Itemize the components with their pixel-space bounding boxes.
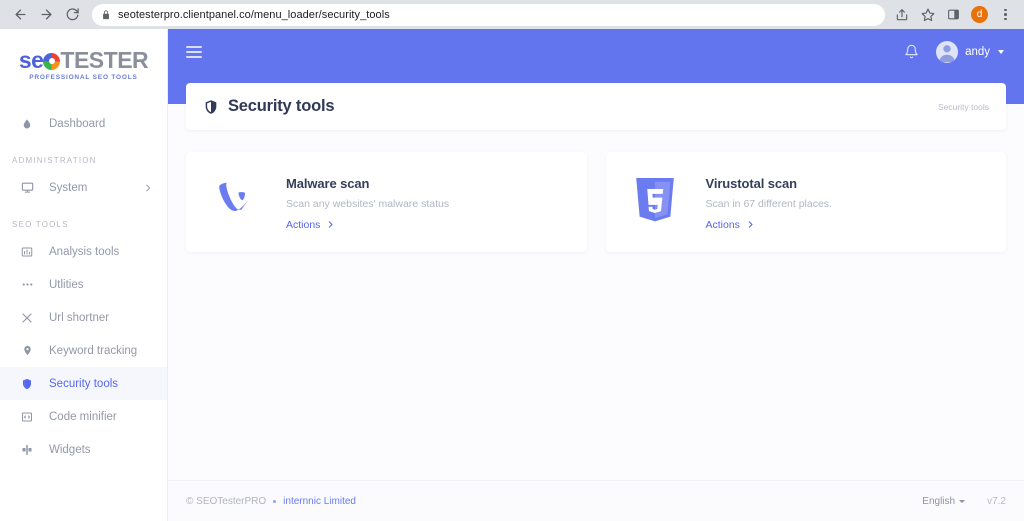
sidebar-item-code-minifier[interactable]: Code minifier xyxy=(0,400,167,433)
typo3-logo-icon xyxy=(206,179,264,225)
sidebar-section-seo-tools: SEO TOOLS xyxy=(12,220,69,229)
shield-icon xyxy=(203,99,219,115)
side-panel-icon[interactable] xyxy=(945,6,962,23)
forward-arrow-icon[interactable] xyxy=(34,3,58,27)
sidebar-item-label: Url shortner xyxy=(49,311,110,324)
sidebar-item-label: Security tools xyxy=(49,377,119,390)
address-bar[interactable]: seotesterpro.clientpanel.co/menu_loader/… xyxy=(92,3,885,26)
ellipsis-icon xyxy=(20,278,34,291)
star-icon[interactable] xyxy=(919,6,936,23)
logo-text-tester: TESTER xyxy=(60,46,149,73)
separator-dot-icon xyxy=(273,499,277,503)
page-header-card: Security tools Security tools xyxy=(186,83,1006,130)
logo-text-seo: se xyxy=(18,46,44,73)
sidebar-item-utilities[interactable]: Utlities xyxy=(0,268,167,301)
shield-icon xyxy=(20,378,34,390)
actions-link[interactable]: Actions xyxy=(286,219,449,231)
sidebar-section-administration: ADMINISTRATION xyxy=(12,156,97,165)
actions-label: Actions xyxy=(286,218,321,231)
chevron-right-icon xyxy=(143,183,153,193)
map-pin-icon xyxy=(20,345,34,356)
card-content: Malware scan Scan any websites' malware … xyxy=(286,174,449,231)
page-footer: © SEOTesterPRO internnic Limited English… xyxy=(168,480,1024,521)
header-actions: andy xyxy=(904,40,1004,63)
kebab-menu-icon[interactable] xyxy=(997,6,1014,23)
sidebar-item-label: Dashboard xyxy=(49,117,106,130)
logo-circle-icon xyxy=(43,52,61,70)
card-content: Virustotal scan Scan in 67 different pla… xyxy=(706,174,832,231)
chevron-down-icon xyxy=(959,499,966,503)
footer-credits: © SEOTesterPRO internnic Limited xyxy=(186,496,356,507)
sidebar-item-label: Analysis tools xyxy=(49,245,120,258)
bell-icon[interactable] xyxy=(904,44,919,59)
actions-link[interactable]: Actions xyxy=(706,219,832,231)
breadcrumb: Security tools xyxy=(937,101,989,112)
css3-shield-icon xyxy=(626,178,684,226)
copyright-text: © SEOTesterPRO xyxy=(186,495,267,507)
app-shell: se TESTER PROFESSIONAL SEO TOOLS Dashboa… xyxy=(0,29,1024,521)
page-title: Security tools xyxy=(203,97,335,116)
lock-icon xyxy=(101,9,111,20)
widgets-icon xyxy=(20,444,34,456)
reload-icon[interactable] xyxy=(60,3,84,27)
hamburger-icon[interactable] xyxy=(184,42,204,62)
logo-tagline: PROFESSIONAL SEO TOOLS xyxy=(29,73,138,81)
image-code-icon xyxy=(20,411,34,423)
main-column: andy Security tools Security tools Malwa… xyxy=(168,29,1024,521)
chevron-right-icon xyxy=(326,220,335,229)
sidebar-item-label: Keyword tracking xyxy=(49,344,138,357)
sidebar-nav: Dashboard ADMINISTRATION System SEO TOOL… xyxy=(0,101,167,466)
actions-label: Actions xyxy=(705,218,740,231)
browser-toolbar: seotesterpro.clientpanel.co/menu_loader/… xyxy=(0,0,1024,29)
sidebar-item-keyword-tracking[interactable]: Keyword tracking xyxy=(0,334,167,367)
company-link[interactable]: internnic Limited xyxy=(283,496,356,507)
chevron-down-icon xyxy=(998,49,1004,54)
content-area: Security tools Security tools Malware sc… xyxy=(168,74,1024,480)
user-avatar-icon xyxy=(936,40,959,63)
card-title: Malware scan xyxy=(286,175,370,191)
user-name: andy xyxy=(965,45,990,58)
sidebar-item-system[interactable]: System xyxy=(0,171,167,204)
share-icon[interactable] xyxy=(893,6,910,23)
browser-profile-avatar[interactable]: d xyxy=(971,6,988,23)
back-arrow-icon[interactable] xyxy=(8,3,32,27)
chevron-right-icon xyxy=(746,220,755,229)
page-title-text: Security tools xyxy=(228,97,335,115)
browser-actions: d xyxy=(893,6,1016,23)
sidebar-item-label: System xyxy=(49,181,88,194)
sidebar-item-dashboard[interactable]: Dashboard xyxy=(0,107,167,140)
monitor-icon xyxy=(20,181,34,194)
card-title: Virustotal scan xyxy=(705,175,798,191)
sidebar-item-widgets[interactable]: Widgets xyxy=(0,433,167,466)
scissors-icon xyxy=(20,312,34,324)
url-text: seotesterpro.clientpanel.co/menu_loader/… xyxy=(118,8,390,21)
sidebar-item-security-tools[interactable]: Security tools xyxy=(0,367,167,400)
language-label: English xyxy=(922,495,956,507)
sidebar-item-label: Utlities xyxy=(49,278,84,291)
droplet-icon xyxy=(20,118,34,130)
card-description: Scan in 67 different places. xyxy=(705,197,832,210)
card-virustotal-scan[interactable]: Virustotal scan Scan in 67 different pla… xyxy=(605,152,1006,252)
sidebar-item-url-shortner[interactable]: Url shortner xyxy=(0,301,167,334)
card-description: Scan any websites' malware status xyxy=(286,197,450,210)
sidebar-item-label: Code minifier xyxy=(49,410,117,423)
version-label: v7.2 xyxy=(987,495,1006,507)
sidebar-item-label: Widgets xyxy=(49,443,91,456)
top-header: andy xyxy=(168,29,1024,74)
chart-icon xyxy=(20,246,34,258)
language-selector[interactable]: English xyxy=(922,495,966,507)
tool-cards: Malware scan Scan any websites' malware … xyxy=(186,152,1006,252)
footer-meta: English v7.2 xyxy=(922,496,1006,507)
app-logo[interactable]: se TESTER PROFESSIONAL SEO TOOLS xyxy=(0,29,167,101)
card-malware-scan[interactable]: Malware scan Scan any websites' malware … xyxy=(186,152,587,252)
user-menu[interactable]: andy xyxy=(936,40,1004,63)
sidebar: se TESTER PROFESSIONAL SEO TOOLS Dashboa… xyxy=(0,29,168,521)
sidebar-item-analysis-tools[interactable]: Analysis tools xyxy=(0,235,167,268)
